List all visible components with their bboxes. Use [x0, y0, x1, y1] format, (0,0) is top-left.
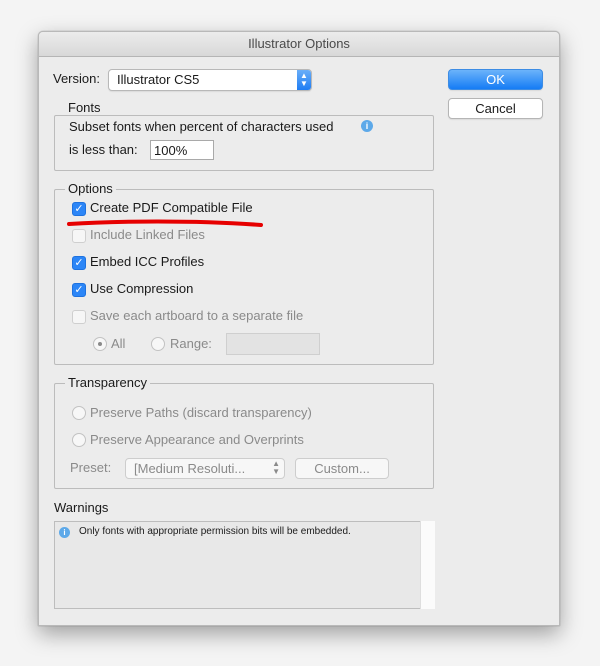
illustrator-options-dialog: Illustrator Options Version: Illustrator… [38, 31, 560, 626]
preset-select-value: [Medium Resoluti... [134, 461, 246, 476]
preserve-appearance-label: Preserve Appearance and Overprints [90, 432, 304, 447]
use-compression-label: Use Compression [90, 281, 194, 296]
custom-button[interactable]: Custom... [295, 458, 389, 479]
cancel-button[interactable]: Cancel [448, 98, 543, 119]
version-select[interactable]: Illustrator CS5 ▲ ▼ [108, 69, 312, 91]
save-artboards-checkbox[interactable] [72, 310, 86, 324]
version-select-value: Illustrator CS5 [117, 72, 200, 87]
version-label: Version: [53, 71, 100, 86]
less-than-label: is less than: [69, 142, 138, 157]
use-compression-checkbox[interactable]: ✓ [72, 283, 86, 297]
include-linked-files-label: Include Linked Files [90, 227, 205, 242]
subset-fonts-label: Subset fonts when percent of characters … [69, 119, 334, 134]
info-icon: i [361, 120, 373, 132]
info-icon: i [59, 527, 70, 538]
embed-icc-checkbox[interactable]: ✓ [72, 256, 86, 270]
warning-message: Only fonts with appropriate permission b… [79, 526, 351, 537]
include-linked-files-checkbox[interactable] [72, 229, 86, 243]
transparency-group-title: Transparency [65, 375, 150, 390]
ok-button[interactable]: OK [448, 69, 543, 90]
subset-percent-field[interactable]: 100% [150, 140, 214, 160]
preset-select[interactable]: [Medium Resoluti... ▲ ▼ [125, 458, 285, 479]
chevron-updown-icon: ▲ ▼ [272, 459, 280, 476]
radio-dot-icon [98, 342, 102, 346]
range-label: Range: [170, 336, 212, 351]
fonts-group-title: Fonts [65, 100, 104, 115]
preserve-appearance-radio[interactable] [72, 433, 86, 447]
all-label: All [111, 336, 126, 351]
range-radio[interactable] [151, 337, 165, 351]
preserve-paths-radio[interactable] [72, 406, 86, 420]
window-title: Illustrator Options [39, 32, 559, 57]
preset-label: Preset: [70, 460, 112, 475]
create-pdf-checkbox[interactable]: ✓ [72, 202, 86, 216]
chevron-updown-icon: ▲ ▼ [297, 70, 311, 90]
create-pdf-label: Create PDF Compatible File [90, 200, 253, 215]
warnings-box: i Only fonts with appropriate permission… [54, 521, 432, 609]
options-group-title: Options [65, 181, 116, 196]
embed-icc-label: Embed ICC Profiles [90, 254, 205, 269]
preserve-paths-label: Preserve Paths (discard transparency) [90, 405, 312, 420]
all-radio[interactable] [93, 337, 107, 351]
save-artboards-label: Save each artboard to a separate file [90, 308, 304, 323]
subset-percent-value: 100% [154, 143, 188, 158]
warnings-title: Warnings [54, 500, 109, 515]
range-field[interactable] [226, 333, 320, 355]
warnings-scrollbar[interactable] [420, 521, 435, 609]
